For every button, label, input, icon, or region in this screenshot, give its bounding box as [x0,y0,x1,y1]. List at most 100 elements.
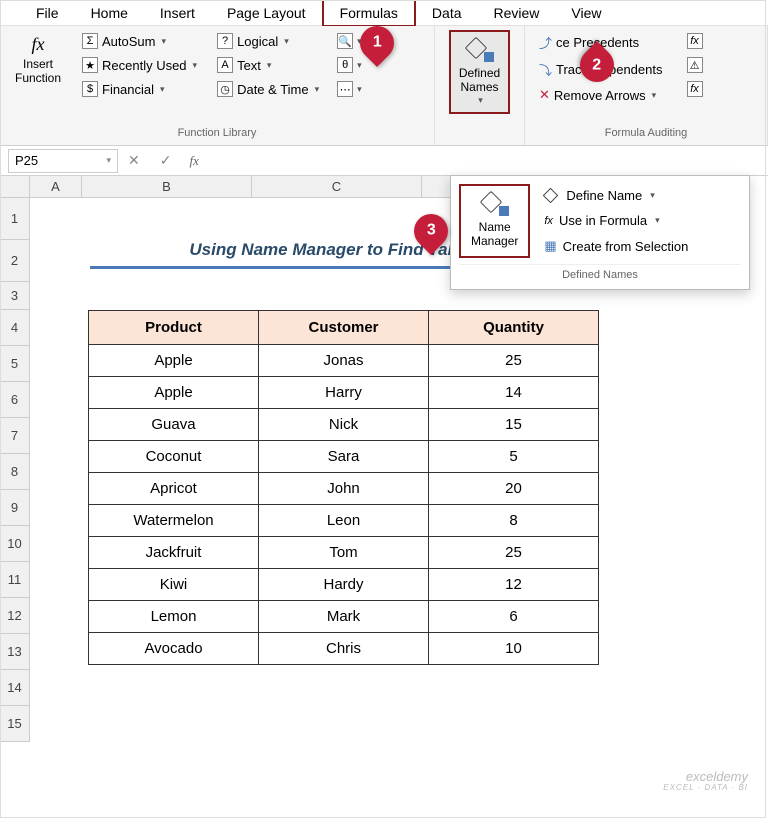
chevron-down-icon[interactable]: ▾ [106,155,111,166]
row-header[interactable]: 15 [0,706,30,742]
remove-arrows-button[interactable]: ✕Remove Arrows▾ [533,84,669,106]
math-button[interactable]: θ▾ [333,54,366,76]
table-cell[interactable]: Lemon [89,601,259,633]
table-cell[interactable]: Mark [259,601,429,633]
warning-icon: ⚠ [687,57,703,73]
table-cell[interactable]: Coconut [89,441,259,473]
table-row: GuavaNick15 [89,409,599,441]
menu-file[interactable]: File [20,1,75,25]
date-time-button[interactable]: ◷Date & Time▾ [211,78,325,100]
clock-icon: ◷ [217,81,233,97]
dependents-icon: ⤵ [539,60,552,79]
table-cell[interactable]: Tom [259,537,429,569]
table-cell[interactable]: John [259,473,429,505]
table-cell[interactable]: 5 [429,441,599,473]
chevron-down-icon: ▾ [160,84,165,95]
row-header[interactable]: 3 [0,282,30,310]
table-cell[interactable]: Sara [259,441,429,473]
table-cell[interactable]: 12 [429,569,599,601]
table-cell[interactable]: 15 [429,409,599,441]
menu-data[interactable]: Data [416,1,478,25]
table-cell[interactable]: Guava [89,409,259,441]
chevron-down-icon: ▾ [652,90,657,101]
cancel-button[interactable]: ✕ [118,152,150,169]
table-header[interactable]: Product [89,311,259,345]
table-cell[interactable]: 25 [429,345,599,377]
row-header[interactable]: 11 [0,562,30,598]
row-header[interactable]: 7 [0,418,30,454]
fx-icon[interactable]: fx [181,153,206,169]
tag-icon [481,192,509,216]
table-header[interactable]: Quantity [429,311,599,345]
financial-button[interactable]: $Financial▾ [76,78,203,100]
table-row: ApricotJohn20 [89,473,599,505]
table-cell[interactable]: 6 [429,601,599,633]
table-cell[interactable]: Apple [89,377,259,409]
name-manager-button[interactable]: Name Manager [459,184,530,258]
table-cell[interactable]: Harry [259,377,429,409]
table-row: CoconutSara5 [89,441,599,473]
menu-home[interactable]: Home [75,1,144,25]
table-cell[interactable]: Watermelon [89,505,259,537]
table-cell[interactable]: Jonas [259,345,429,377]
row-header[interactable]: 10 [0,526,30,562]
menu-insert[interactable]: Insert [144,1,211,25]
menu-view[interactable]: View [555,1,617,25]
table-cell[interactable]: Kiwi [89,569,259,601]
name-box[interactable]: P25 ▾ [8,149,118,173]
table-cell[interactable]: Jackfruit [89,537,259,569]
table-cell[interactable]: 20 [429,473,599,505]
insert-function-button[interactable]: fx Insert Function [8,30,68,90]
remove-icon: ✕ [539,87,550,103]
table-cell[interactable]: Apricot [89,473,259,505]
chevron-down-icon: ▾ [655,215,660,226]
table-cell[interactable]: 14 [429,377,599,409]
row-header[interactable]: 6 [0,382,30,418]
table-cell[interactable]: 10 [429,633,599,665]
row-header[interactable]: 8 [0,454,30,490]
autosum-button[interactable]: ΣAutoSum▾ [76,30,203,52]
defined-names-button[interactable]: Defined Names ▾ [449,30,510,114]
table-cell[interactable]: 8 [429,505,599,537]
table-cell[interactable]: Chris [259,633,429,665]
menu-page-layout[interactable]: Page Layout [211,1,322,25]
define-name-button[interactable]: Define Name▾ [538,184,694,207]
row-header[interactable]: 4 [0,310,30,346]
recently-used-button[interactable]: ★Recently Used▾ [76,54,203,76]
table-cell[interactable]: Avocado [89,633,259,665]
row-header[interactable]: 2 [0,240,30,282]
more-functions-button[interactable]: ⋯▾ [333,78,366,100]
row-header[interactable]: 5 [0,346,30,382]
chevron-down-icon: ▾ [284,36,289,47]
error-check-button[interactable]: ⚠ [681,54,709,76]
row-header[interactable]: 1 [0,198,30,240]
row-header[interactable]: 13 [0,634,30,670]
show-formulas-button[interactable]: fx [681,30,709,52]
create-from-selection-button[interactable]: ▦Create from Selection [538,234,694,258]
menu-review[interactable]: Review [478,1,556,25]
table-cell[interactable]: Leon [259,505,429,537]
select-all-corner[interactable] [0,176,30,198]
menu-formulas[interactable]: Formulas [322,0,416,27]
row-header[interactable]: 9 [0,490,30,526]
table-cell[interactable]: Apple [89,345,259,377]
table-header[interactable]: Customer [259,311,429,345]
enter-button[interactable]: ✓ [150,152,182,169]
logical-button[interactable]: ?Logical▾ [211,30,325,52]
chevron-down-icon: ▾ [267,60,272,71]
table-cell[interactable]: Hardy [259,569,429,601]
evaluate-button[interactable]: fx [681,78,709,100]
text-button[interactable]: AText▾ [211,54,325,76]
table-cell[interactable]: Nick [259,409,429,441]
column-header[interactable]: C [252,176,422,198]
evaluate-icon: fx [687,81,703,97]
column-header[interactable]: A [30,176,82,198]
lookup-icon: 🔍 [337,33,353,49]
row-header[interactable]: 14 [0,670,30,706]
column-header[interactable]: B [82,176,252,198]
row-header[interactable]: 12 [0,598,30,634]
use-in-formula-button[interactable]: fxUse in Formula▾ [538,209,694,232]
grid-icon: ▦ [544,238,556,254]
table-cell[interactable]: 25 [429,537,599,569]
precedents-icon: ⤴ [539,33,552,52]
